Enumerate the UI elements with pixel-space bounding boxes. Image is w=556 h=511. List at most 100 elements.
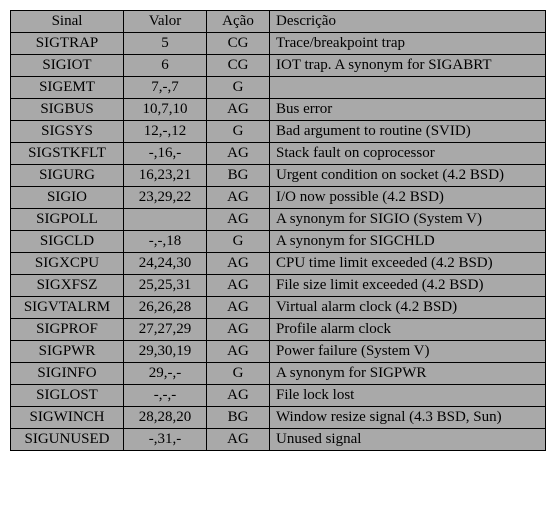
table-row: SIGPOLL AGA synonym for SIGIO (System V) <box>11 209 546 231</box>
cell-acao: AG <box>207 341 270 363</box>
cell-sinal: SIGWINCH <box>11 407 124 429</box>
cell-acao: AG <box>207 385 270 407</box>
cell-sinal: SIGVTALRM <box>11 297 124 319</box>
table-row: SIGPWR29,30,19AGPower failure (System V) <box>11 341 546 363</box>
table-row: SIGTRAP5CGTrace/breakpoint trap <box>11 33 546 55</box>
cell-sinal: SIGPOLL <box>11 209 124 231</box>
cell-sinal: SIGXCPU <box>11 253 124 275</box>
cell-acao: AG <box>207 99 270 121</box>
cell-descricao: Window resize signal (4.3 BSD, Sun) <box>270 407 546 429</box>
cell-acao: CG <box>207 33 270 55</box>
cell-acao: G <box>207 363 270 385</box>
header-acao: Ação <box>207 11 270 33</box>
cell-descricao <box>270 77 546 99</box>
cell-acao: BG <box>207 165 270 187</box>
cell-valor: 6 <box>124 55 207 77</box>
header-sinal: Sinal <box>11 11 124 33</box>
cell-descricao: Bad argument to routine (SVID) <box>270 121 546 143</box>
cell-descricao: Bus error <box>270 99 546 121</box>
cell-valor: 16,23,21 <box>124 165 207 187</box>
cell-acao: CG <box>207 55 270 77</box>
table-row: SIGPROF27,27,29AGProfile alarm clock <box>11 319 546 341</box>
cell-valor: 27,27,29 <box>124 319 207 341</box>
cell-acao: G <box>207 77 270 99</box>
cell-valor: 5 <box>124 33 207 55</box>
cell-descricao: A synonym for SIGPWR <box>270 363 546 385</box>
cell-descricao: Urgent condition on socket (4.2 BSD) <box>270 165 546 187</box>
table-row: SIGWINCH28,28,20BGWindow resize signal (… <box>11 407 546 429</box>
cell-valor: 25,25,31 <box>124 275 207 297</box>
cell-sinal: SIGCLD <box>11 231 124 253</box>
cell-descricao: Trace/breakpoint trap <box>270 33 546 55</box>
table-row: SIGSYS12,-,12GBad argument to routine (S… <box>11 121 546 143</box>
cell-descricao: CPU time limit exceeded (4.2 BSD) <box>270 253 546 275</box>
table-row: SIGLOST-,-,-AGFile lock lost <box>11 385 546 407</box>
cell-sinal: SIGSTKFLT <box>11 143 124 165</box>
cell-descricao: IOT trap. A synonym for SIGABRT <box>270 55 546 77</box>
cell-valor: -,-,18 <box>124 231 207 253</box>
table-row: SIGUNUSED-,31,-AGUnused signal <box>11 429 546 451</box>
header-valor: Valor <box>124 11 207 33</box>
table-row: SIGIOT6CGIOT trap. A synonym for SIGABRT <box>11 55 546 77</box>
table-row: SIGURG16,23,21BGUrgent condition on sock… <box>11 165 546 187</box>
cell-sinal: SIGIOT <box>11 55 124 77</box>
header-row: Sinal Valor Ação Descrição <box>11 11 546 33</box>
cell-acao: AG <box>207 209 270 231</box>
cell-sinal: SIGBUS <box>11 99 124 121</box>
cell-descricao: File size limit exceeded (4.2 BSD) <box>270 275 546 297</box>
cell-sinal: SIGLOST <box>11 385 124 407</box>
cell-sinal: SIGINFO <box>11 363 124 385</box>
cell-valor: 29,-,- <box>124 363 207 385</box>
cell-acao: AG <box>207 275 270 297</box>
cell-sinal: SIGPWR <box>11 341 124 363</box>
cell-descricao: I/O now possible (4.2 BSD) <box>270 187 546 209</box>
cell-valor: 24,24,30 <box>124 253 207 275</box>
table-row: SIGSTKFLT-,16,-AGStack fault on coproces… <box>11 143 546 165</box>
cell-acao: AG <box>207 253 270 275</box>
cell-sinal: SIGIO <box>11 187 124 209</box>
cell-valor: 23,29,22 <box>124 187 207 209</box>
table-row: SIGIO23,29,22AGI/O now possible (4.2 BSD… <box>11 187 546 209</box>
cell-valor: -,31,- <box>124 429 207 451</box>
cell-descricao: A synonym for SIGIO (System V) <box>270 209 546 231</box>
cell-descricao: Virtual alarm clock (4.2 BSD) <box>270 297 546 319</box>
cell-descricao: Stack fault on coprocessor <box>270 143 546 165</box>
table-row: SIGXCPU24,24,30AGCPU time limit exceeded… <box>11 253 546 275</box>
table-row: SIGXFSZ25,25,31AGFile size limit exceede… <box>11 275 546 297</box>
cell-acao: AG <box>207 319 270 341</box>
cell-acao: AG <box>207 297 270 319</box>
cell-sinal: SIGEMT <box>11 77 124 99</box>
cell-valor: 26,26,28 <box>124 297 207 319</box>
cell-sinal: SIGURG <box>11 165 124 187</box>
header-descricao: Descrição <box>270 11 546 33</box>
cell-valor: 29,30,19 <box>124 341 207 363</box>
cell-acao: G <box>207 121 270 143</box>
cell-acao: AG <box>207 187 270 209</box>
table-row: SIGEMT7,-,7G <box>11 77 546 99</box>
cell-descricao: File lock lost <box>270 385 546 407</box>
cell-sinal: SIGXFSZ <box>11 275 124 297</box>
cell-valor: -,16,- <box>124 143 207 165</box>
cell-acao: AG <box>207 143 270 165</box>
cell-acao: BG <box>207 407 270 429</box>
cell-sinal: SIGTRAP <box>11 33 124 55</box>
cell-descricao: Profile alarm clock <box>270 319 546 341</box>
cell-sinal: SIGSYS <box>11 121 124 143</box>
table-row: SIGINFO29,-,-GA synonym for SIGPWR <box>11 363 546 385</box>
signals-table: Sinal Valor Ação Descrição SIGTRAP5CGTra… <box>10 10 546 451</box>
cell-descricao: A synonym for SIGCHLD <box>270 231 546 253</box>
cell-sinal: SIGUNUSED <box>11 429 124 451</box>
cell-acao: AG <box>207 429 270 451</box>
table-row: SIGCLD-,-,18GA synonym for SIGCHLD <box>11 231 546 253</box>
cell-valor: 10,7,10 <box>124 99 207 121</box>
cell-sinal: SIGPROF <box>11 319 124 341</box>
cell-valor: -,-,- <box>124 385 207 407</box>
table-row: SIGVTALRM26,26,28AGVirtual alarm clock (… <box>11 297 546 319</box>
cell-descricao: Unused signal <box>270 429 546 451</box>
cell-valor: 7,-,7 <box>124 77 207 99</box>
table-row: SIGBUS10,7,10AGBus error <box>11 99 546 121</box>
cell-valor: 28,28,20 <box>124 407 207 429</box>
cell-valor: 12,-,12 <box>124 121 207 143</box>
cell-valor <box>124 209 207 231</box>
cell-descricao: Power failure (System V) <box>270 341 546 363</box>
